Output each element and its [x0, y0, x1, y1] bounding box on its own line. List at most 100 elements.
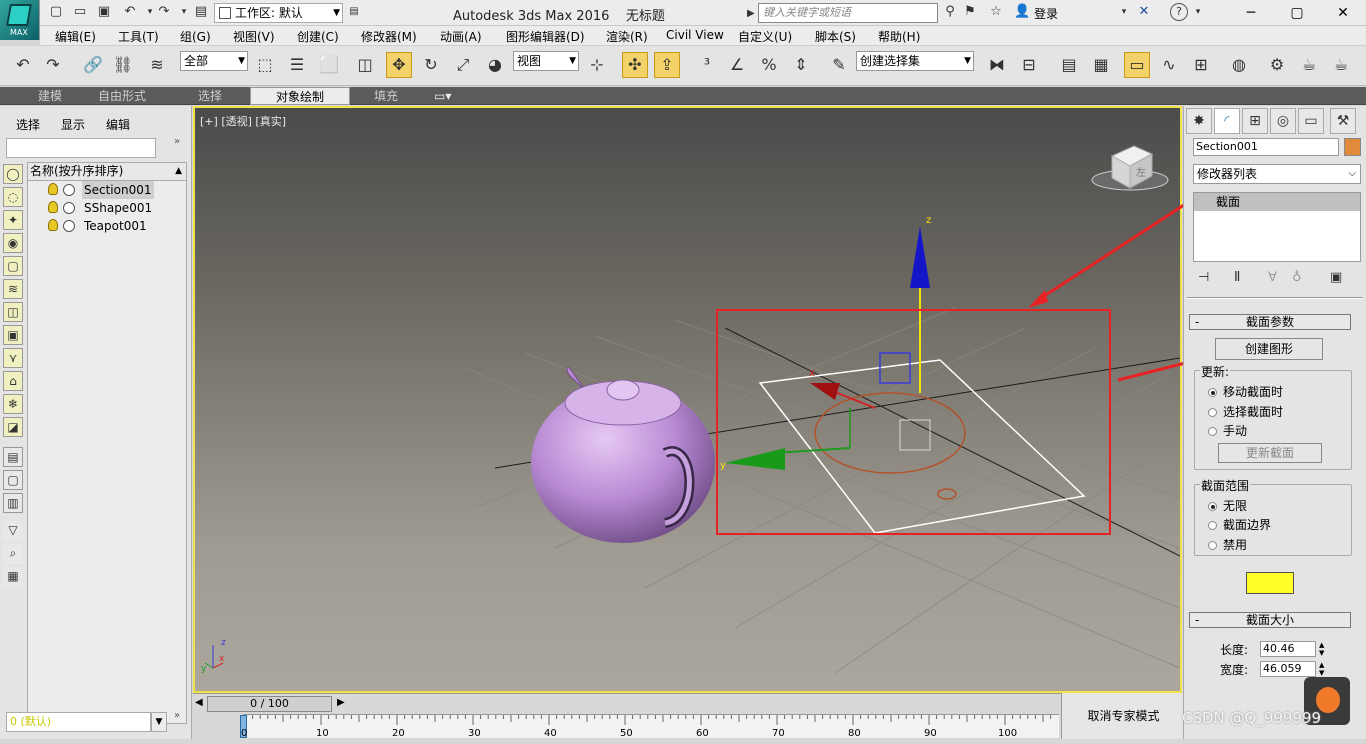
section-size-rollout[interactable]: - 截面大小 — [1189, 612, 1351, 628]
filter-hidden-icon[interactable]: ◪ — [3, 417, 23, 437]
search-input[interactable]: ▶ 键入关键字或短语 — [747, 3, 938, 23]
cancel-expert-mode-button[interactable]: 取消专家模式 — [1061, 693, 1185, 739]
open-file-icon[interactable]: ▭ — [72, 4, 88, 20]
filter-geometry-icon[interactable]: ◯ — [3, 164, 23, 184]
ribbon-tab-object-paint[interactable]: 对象绘制 — [250, 87, 350, 105]
scene-explorer-toggle-icon[interactable]: ▤ — [1056, 52, 1082, 78]
stack-item[interactable]: 截面 — [1194, 193, 1360, 211]
expand-chevron-icon[interactable]: » — [174, 136, 180, 147]
viewport-label[interactable]: [+] [透视] [真实] — [200, 113, 286, 129]
update-manual-radio[interactable]: 手动 — [1208, 422, 1247, 439]
filter-spacewarps-icon[interactable]: ≋ — [3, 279, 23, 299]
viewport-shading-label[interactable]: [真实] — [255, 115, 286, 128]
filter-cameras-icon[interactable]: ◉ — [3, 233, 23, 253]
remove-modifier-icon[interactable]: ♁ — [1292, 270, 1302, 285]
spinner-snap-icon[interactable]: ⇕ — [788, 52, 814, 78]
menu-customize[interactable]: 自定义(U) — [738, 28, 792, 45]
time-prev-icon[interactable]: ◀ — [195, 697, 203, 708]
viewport-pov-label[interactable]: [透视] — [221, 115, 252, 128]
display-all-icon[interactable]: ▤ — [3, 447, 23, 467]
minimize-button[interactable]: ─ — [1228, 0, 1274, 26]
rectangular-selection-icon[interactable]: ⬜ — [316, 52, 342, 78]
extent-infinite-radio[interactable]: 无限 — [1208, 497, 1247, 514]
binoculars-icon[interactable]: ⚲ — [942, 4, 958, 20]
favorites-star-icon[interactable]: ☆ — [988, 4, 1004, 20]
filter-xrefs-icon[interactable]: ▣ — [3, 325, 23, 345]
menu-edit[interactable]: 编辑(E) — [55, 28, 96, 45]
align-icon[interactable]: ⊟ — [1016, 52, 1042, 78]
update-on-select-radio[interactable]: 选择截面时 — [1208, 403, 1283, 420]
select-and-scale-icon[interactable]: ⤢ — [450, 52, 476, 78]
undo-icon[interactable]: ↶ — [10, 52, 36, 78]
menu-group[interactable]: 组(G) — [180, 28, 211, 45]
user-icon[interactable]: 👤 — [1014, 4, 1030, 20]
maximize-button[interactable]: ▢ — [1274, 0, 1320, 26]
menu-scripting[interactable]: 脚本(S) — [815, 28, 856, 45]
section-color-swatch[interactable] — [1246, 572, 1294, 594]
unlink-icon[interactable]: ⛓ — [110, 52, 136, 78]
modify-tab-icon[interactable]: ◜ — [1214, 108, 1240, 134]
create-tab-icon[interactable]: ✸ — [1186, 108, 1212, 134]
spinner-arrows-icon[interactable]: ▲ ▼ — [1319, 661, 1324, 677]
light-bulb-icon[interactable] — [48, 219, 58, 231]
menu-rendering[interactable]: 渲染(R) — [606, 28, 648, 45]
display-invert-icon[interactable]: ▥ — [3, 493, 23, 513]
layer-dropdown-icon[interactable]: ▼ — [151, 712, 167, 732]
link-icon[interactable]: 🔗 — [80, 52, 106, 78]
list-item[interactable]: Teapot001 — [28, 217, 186, 235]
find-icon[interactable]: ⌕ — [3, 544, 23, 564]
material-editor-icon[interactable]: ◍ — [1226, 52, 1252, 78]
menu-animation[interactable]: 动画(A) — [440, 28, 482, 45]
pivot-center-icon[interactable]: ⊹ — [584, 52, 610, 78]
app-logo-button[interactable]: MAX — [0, 0, 40, 40]
login-link[interactable]: 登录 — [1034, 5, 1058, 22]
percent-snap-icon[interactable]: % — [756, 52, 782, 78]
menu-modifiers[interactable]: 修改器(M) — [361, 28, 417, 45]
named-selection-set-select[interactable]: 创建选择集 ▼ — [856, 51, 974, 71]
menu-view[interactable]: 视图(V) — [233, 28, 275, 45]
ribbon-tab-selection[interactable]: 选择 — [192, 87, 228, 105]
display-none-icon[interactable]: ▢ — [3, 470, 23, 490]
toggle-ribbon-icon[interactable]: ▭ — [1124, 52, 1150, 78]
extent-boundary-radio[interactable]: 截面边界 — [1208, 516, 1271, 533]
expand-chevron-icon[interactable]: » — [174, 710, 180, 721]
menu-help[interactable]: 帮助(H) — [878, 28, 920, 45]
rendered-frame-window-icon[interactable]: ☕ — [1296, 52, 1322, 78]
update-on-move-radio[interactable]: 移动截面时 — [1208, 383, 1283, 400]
ribbon-tab-populate[interactable]: 填充 — [368, 87, 404, 105]
render-setup-icon[interactable]: ⚙ — [1264, 52, 1290, 78]
pin-stack-icon[interactable]: ⊣ — [1198, 270, 1209, 285]
ribbon-tab-freeform[interactable]: 自由形式 — [92, 87, 152, 105]
project-folder-icon[interactable]: ▤ — [193, 4, 209, 20]
bind-space-warp-icon[interactable]: ≋ — [144, 52, 170, 78]
explorer-column-header[interactable]: 名称(按升序排序) ▲ — [28, 163, 186, 181]
show-end-result-icon[interactable]: Ⅱ — [1234, 270, 1240, 285]
layer-select[interactable]: 0 (默认) — [6, 712, 151, 732]
filter-groups-icon[interactable]: ◫ — [3, 302, 23, 322]
communication-center-icon[interactable]: ⚑ — [962, 4, 978, 20]
new-file-icon[interactable]: ▢ — [48, 4, 64, 20]
length-input[interactable]: 40.46 — [1260, 641, 1316, 657]
curve-editor-icon[interactable]: ∿ — [1156, 52, 1182, 78]
object-name-field[interactable]: Section001 — [1193, 138, 1339, 156]
explorer-menu-display[interactable]: 显示 — [61, 116, 85, 133]
help-dropdown-icon[interactable]: ▾ — [1190, 4, 1206, 20]
hierarchy-tab-icon[interactable]: ⊞ — [1242, 108, 1268, 134]
list-item[interactable]: Section001 — [28, 181, 186, 199]
login-dropdown-icon[interactable]: ▾ — [1116, 4, 1132, 20]
select-and-rotate-icon[interactable]: ↻ — [418, 52, 444, 78]
filter-helpers-icon[interactable]: ▢ — [3, 256, 23, 276]
select-by-name-icon[interactable]: ☰ — [284, 52, 310, 78]
reference-coordinate-select[interactable]: 视图 ▼ — [513, 51, 579, 71]
time-slider[interactable]: 0 / 100 — [207, 696, 332, 712]
modifier-list-select[interactable]: 修改器列表 ⌵ — [1193, 164, 1361, 184]
explorer-menu-select[interactable]: 选择 — [16, 116, 40, 133]
layer-explorer-icon[interactable]: ▦ — [1088, 52, 1114, 78]
snaps-toggle-icon[interactable]: ³ — [694, 52, 720, 78]
menu-create[interactable]: 创建(C) — [297, 28, 339, 45]
make-unique-icon[interactable]: ∀ — [1268, 270, 1277, 285]
close-button[interactable]: ✕ — [1320, 0, 1366, 26]
filter-funnel-icon[interactable]: ▽ — [3, 521, 23, 541]
search-expand-icon[interactable]: ▶ — [747, 5, 755, 23]
save-file-icon[interactable]: ▣ — [96, 4, 112, 20]
